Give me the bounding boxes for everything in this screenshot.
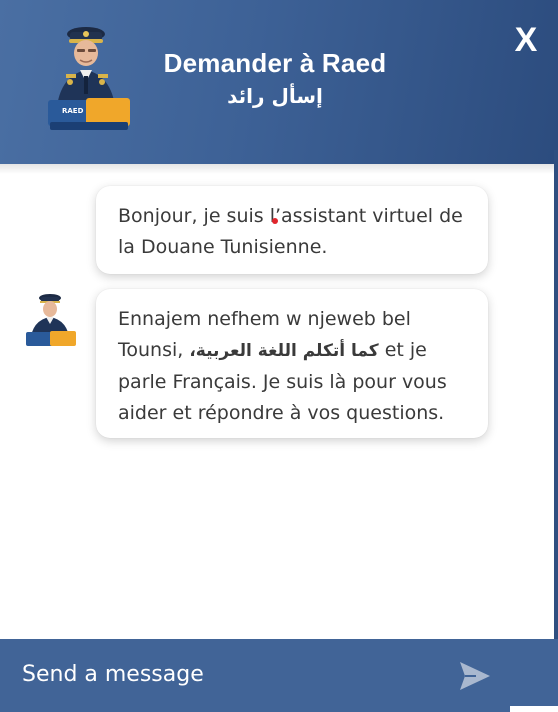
bottom-notch [510, 706, 558, 712]
chat-title: Demander à Raed [163, 48, 387, 78]
message-input[interactable] [22, 650, 442, 698]
message-text: Bonjour, je suis l’assistant virtuel de … [118, 205, 463, 258]
send-icon[interactable] [454, 656, 494, 696]
header-shadow [0, 164, 558, 174]
avatar-badge-text: RAED [62, 107, 84, 115]
cursor-dot-icon [272, 218, 278, 224]
bot-message-languages: Ennajem nefhem w njeweb bel Tounsi, كما … [96, 289, 488, 438]
customs-officer-avatar-icon: RAED [48, 27, 130, 130]
bot-avatar-icon [26, 294, 76, 346]
message-text-arabic: كما أتكلم اللغة العربية، [189, 341, 379, 361]
close-button[interactable]: X [504, 20, 548, 60]
bot-message-welcome: Bonjour, je suis l’assistant virtuel de … [96, 186, 488, 274]
chat-window: RAED Demander à Raed إسأل رائد X Bonjour… [0, 0, 558, 712]
chat-header: RAED Demander à Raed إسأل رائد X [0, 0, 558, 164]
window-right-edge [554, 150, 558, 712]
chat-subtitle-arabic: إسأل رائد [227, 84, 323, 108]
